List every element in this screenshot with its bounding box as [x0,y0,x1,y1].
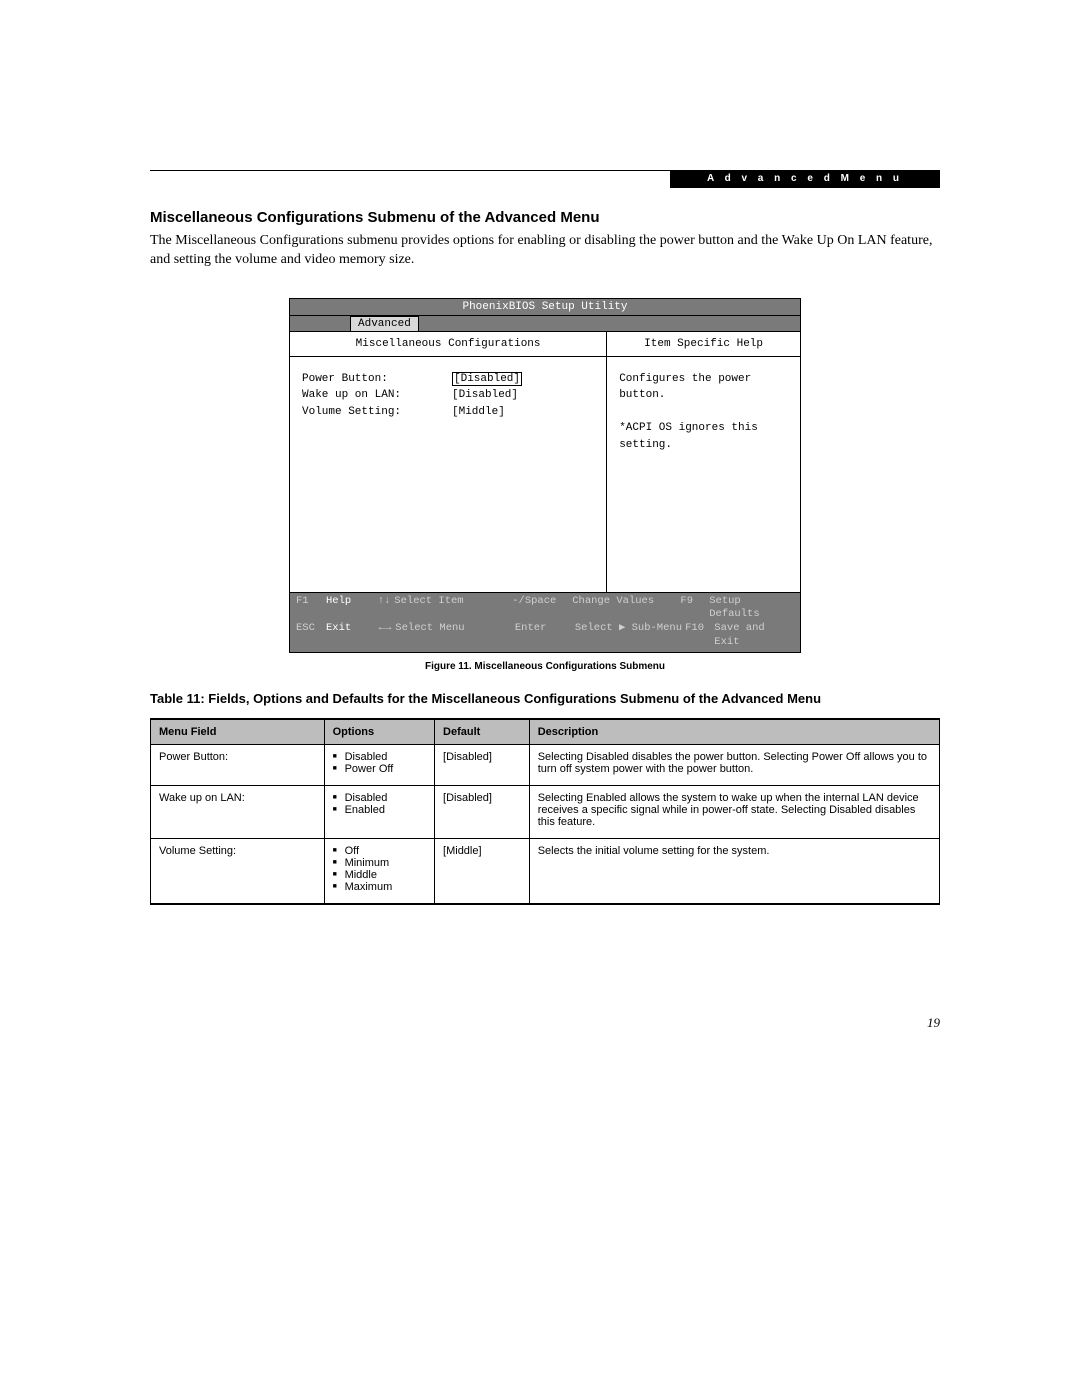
cell-default: [Disabled] [435,785,530,838]
bios-key: F9 [680,595,709,609]
th-options: Options [324,719,434,745]
opt-item: Maximum [333,881,426,893]
bios-right-pane: Item Specific Help Configures the power … [607,332,800,592]
bios-left-pane: Miscellaneous Configurations Power Butto… [290,332,607,592]
bios-help-body: Configures the power button. *ACPI OS ig… [607,357,800,592]
bios-setting-row[interactable]: Power Button: [Disabled] [302,371,594,388]
opt-item: Middle [333,869,426,881]
th-desc: Description [529,719,939,745]
bios-key-label: Change Values [572,595,654,609]
bios-setting-label: Volume Setting: [302,404,452,421]
opt-item: Power Off [333,763,426,775]
cell-options: Off Minimum Middle Maximum [324,838,434,904]
section-intro: The Miscellaneous Configurations submenu… [150,232,940,270]
page-number: 19 [150,1015,940,1031]
table-row: Wake up on LAN: Disabled Enabled [Disabl… [151,785,940,838]
opt-item: Disabled [333,792,426,804]
bios-setting-label: Wake up on LAN: [302,387,452,404]
th-default: Default [435,719,530,745]
table-row: Power Button: Disabled Power Off [Disabl… [151,744,940,785]
bios-help-line: setting. [619,437,788,454]
bios-setting-row[interactable]: Wake up on LAN: [Disabled] [302,387,594,404]
bios-right-title: Item Specific Help [607,332,800,357]
cell-desc: Selects the initial volume setting for t… [529,838,939,904]
bios-key: F1 [296,595,326,609]
cell-options: Disabled Power Off [324,744,434,785]
cell-desc: Selecting Enabled allows the system to w… [529,785,939,838]
table-title: Table 11: Fields, Options and Defaults f… [150,690,940,708]
bios-key-label: Help [326,595,376,609]
bios-tab-row: Advanced [290,316,800,332]
bios-setting-value[interactable]: [Disabled] [452,387,518,404]
section-title: Miscellaneous Configurations Submenu of … [150,209,940,226]
opt-item: Minimum [333,857,426,869]
bios-tab-advanced[interactable]: Advanced [350,316,419,331]
bios-key: F10 [685,622,714,636]
spec-table: Menu Field Options Default Description P… [150,718,940,905]
figure-caption: Figure 11. Miscellaneous Configurations … [150,661,940,672]
bios-setting-row[interactable]: Volume Setting: [Middle] [302,404,594,421]
bios-help-line: *ACPI OS ignores this [619,420,788,437]
bios-help-line [619,404,788,421]
bios-setting-value[interactable]: [Disabled] [452,372,522,386]
bios-key: Enter [515,622,575,636]
th-field: Menu Field [151,719,325,745]
bios-key-label: Select Menu [395,622,464,636]
table-row: Volume Setting: Off Minimum Middle Maxim… [151,838,940,904]
bios-footer: F1Help ↑↓Select Item -/SpaceChange Value… [290,592,800,653]
cell-field: Wake up on LAN: [151,785,325,838]
bios-help-line: Configures the power [619,371,788,388]
bios-key-label: Setup Defaults [709,595,794,622]
opt-item: Off [333,845,426,857]
bios-left-title: Miscellaneous Configurations [290,332,606,357]
bios-key-label: Exit [326,622,376,636]
bios-help-line: button. [619,387,788,404]
bios-key-label: Select Item [394,595,463,609]
header-tag: A d v a n c e d M e n u [670,170,940,188]
cell-options: Disabled Enabled [324,785,434,838]
arrows-icon: ←→ [379,622,396,636]
bios-setting-label: Power Button: [302,371,452,388]
arrows-icon: ↑↓ [378,595,395,609]
bios-key-label: Save and Exit [714,622,794,649]
bios-title: PhoenixBIOS Setup Utility [290,299,800,316]
bios-key: -/Space [512,595,572,609]
cell-default: [Disabled] [435,744,530,785]
cell-desc: Selecting Disabled disables the power bu… [529,744,939,785]
bios-key: ESC [296,622,326,636]
cell-field: Volume Setting: [151,838,325,904]
bios-setting-value[interactable]: [Middle] [452,404,505,421]
bios-key-label: Select ▶ Sub-Menu [575,622,682,636]
cell-default: [Middle] [435,838,530,904]
cell-field: Power Button: [151,744,325,785]
opt-item: Disabled [333,751,426,763]
opt-item: Enabled [333,804,426,816]
bios-figure: PhoenixBIOS Setup Utility Advanced Misce… [289,298,801,654]
